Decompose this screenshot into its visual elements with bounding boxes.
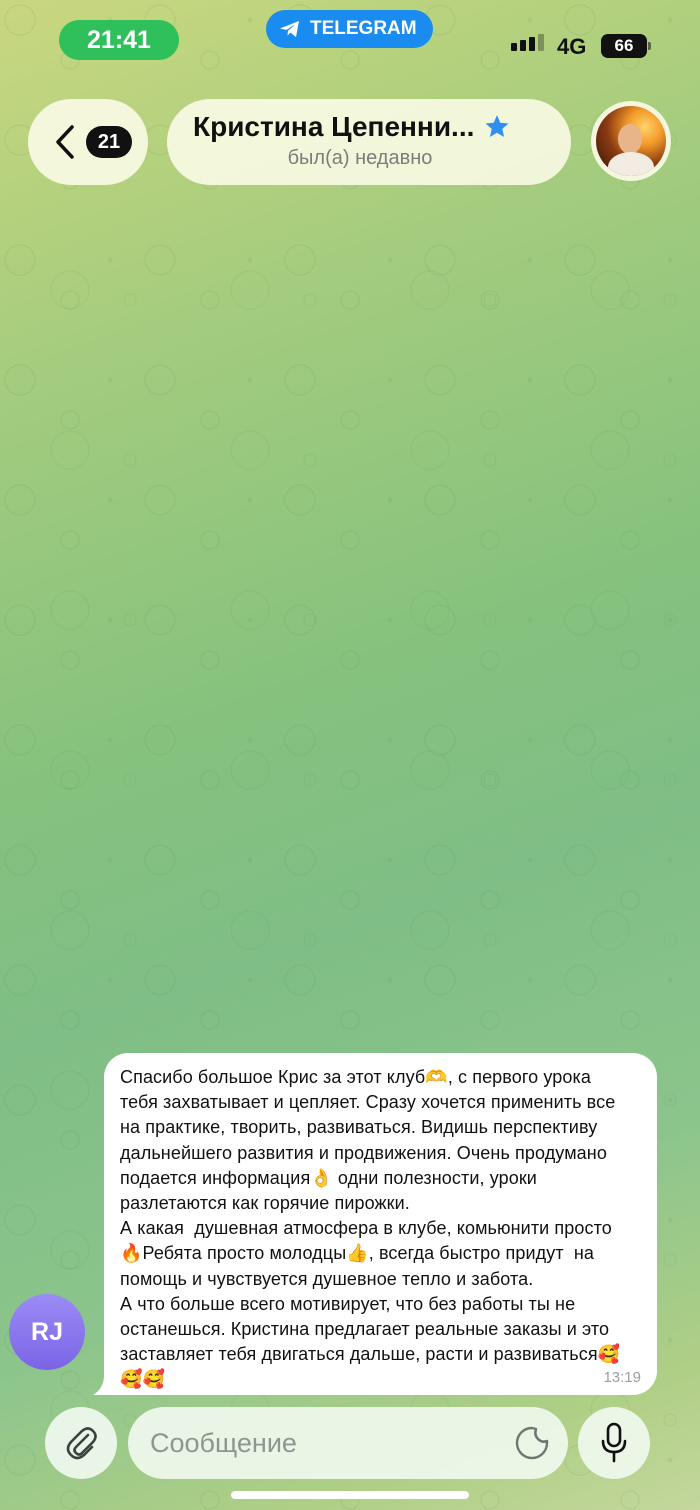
telegram-app-pill[interactable]: TELEGRAM [266, 10, 433, 48]
network-type: 4G [557, 34, 587, 59]
message-bubble[interactable]: Спасибо большое Крис за этот клуб🫶, с пе… [104, 1053, 657, 1395]
contact-avatar[interactable] [591, 101, 671, 181]
status-bar: 21:41 TELEGRAM 4G 66 [0, 0, 700, 80]
chat-header[interactable]: Кристина Цепенни... был(а) недавно [167, 99, 571, 185]
sender-avatar[interactable]: RJ [9, 1294, 85, 1370]
cellular-signal-icon [511, 34, 544, 51]
paperclip-icon [66, 1427, 97, 1460]
microphone-icon [601, 1422, 627, 1463]
message-text: Спасибо большое Крис за этот клуб🫶, с пе… [120, 1067, 621, 1390]
sticker-icon[interactable] [514, 1425, 550, 1461]
telegram-pill-label: TELEGRAM [310, 18, 417, 39]
message-input-container[interactable] [128, 1407, 568, 1479]
chat-title: Кристина Цепенни... [193, 111, 475, 142]
telegram-icon [280, 21, 299, 37]
message-time: 13:19 [603, 1369, 641, 1386]
avatar-image [596, 106, 666, 176]
home-indicator[interactable] [231, 1491, 469, 1499]
star-icon [485, 115, 509, 137]
attach-button[interactable] [45, 1407, 117, 1479]
chevron-left-icon [56, 125, 74, 159]
back-button[interactable]: 21 [28, 99, 148, 185]
chat-status: был(а) недавно [287, 147, 433, 169]
status-time: 21:41 [59, 20, 179, 60]
message-input[interactable] [150, 1427, 490, 1459]
battery-icon: 66 [601, 34, 651, 58]
microphone-button[interactable] [578, 1407, 650, 1479]
unread-count-badge: 21 [86, 126, 132, 158]
